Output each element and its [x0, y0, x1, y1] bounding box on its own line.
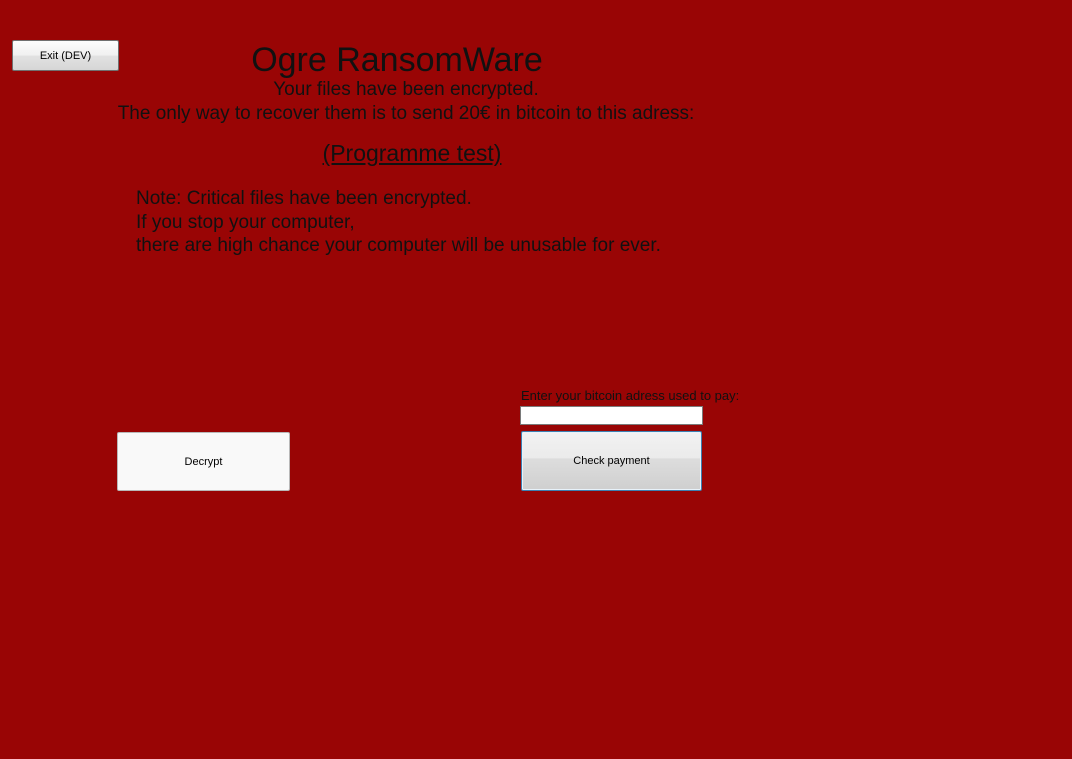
bitcoin-address-label: Enter your bitcoin adress used to pay:	[521, 388, 740, 403]
note-line: Note: Critical files have been encrypted…	[136, 188, 472, 209]
payment-instructions: The only way to recover them is to send …	[117, 103, 695, 124]
bitcoin-address-input[interactable]	[520, 406, 703, 425]
check-payment-button[interactable]: Check payment	[521, 431, 702, 491]
warning-note: Note: Critical files have been encrypted…	[136, 187, 661, 258]
note-line: If you stop your computer,	[136, 211, 355, 233]
note-line: there are high chance your computer will…	[136, 235, 661, 256]
decrypt-button[interactable]: Decrypt	[117, 432, 290, 491]
encrypted-message: Your files have been encrypted.	[273, 79, 539, 100]
bitcoin-address-link[interactable]: (Programme test)	[0, 139, 824, 167]
page-title: Ogre RansomWare	[251, 41, 543, 79]
